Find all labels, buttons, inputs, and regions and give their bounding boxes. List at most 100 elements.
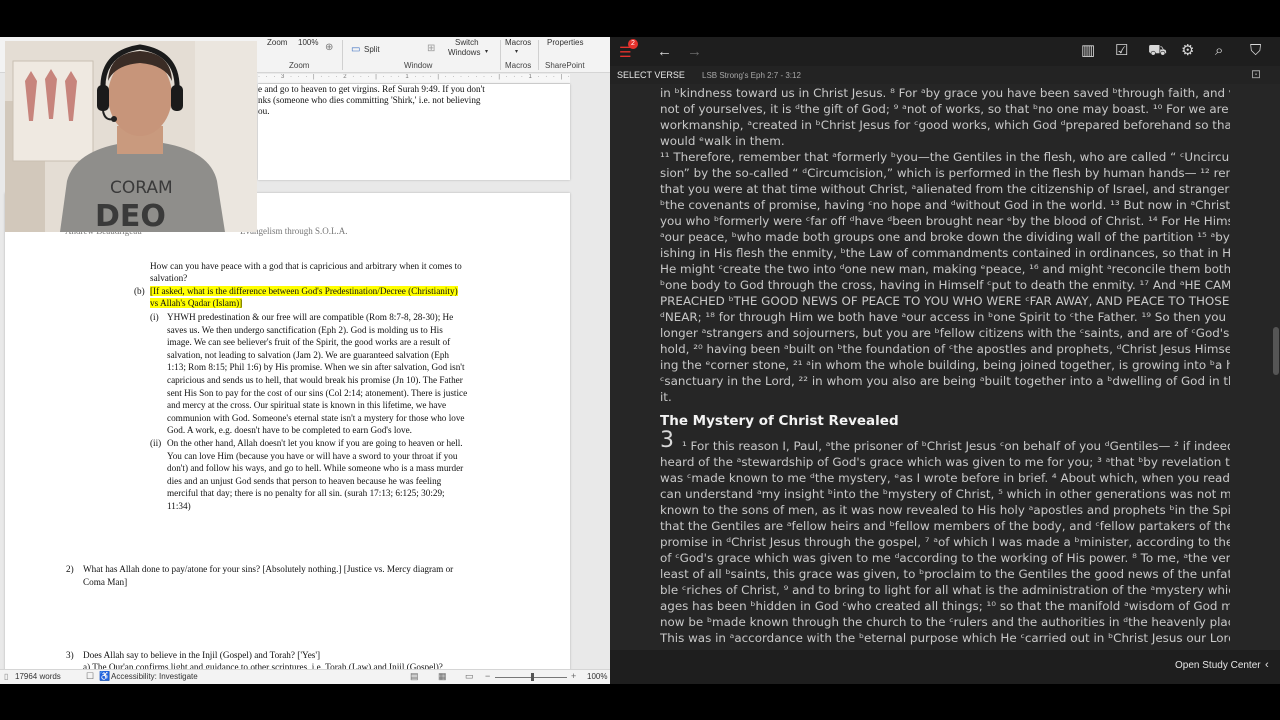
zoom-100-button[interactable]: 100% [298,38,318,47]
highlighted-text: [If asked, what is the difference betwee… [150,286,458,296]
doc-line: ou. [258,106,270,116]
word-count[interactable]: 17964 words [15,672,61,681]
bookmark-icon[interactable]: ⛉ [1250,43,1261,58]
status-bar: ▯ 17964 words ☐ ♿ Accessibility: Investi… [0,669,610,684]
library-icon[interactable]: ▥ [1081,43,1095,58]
logos-toolbar: ☰ 2 ← → ▥ ☑ ⛟ ⚙ ⌕ ⛉ [610,37,1280,66]
doc-line: You can love Him (because you have or wi… [167,450,458,461]
doc-line: salvation? [150,273,188,283]
doc-line: How can you have peace with a god that i… [150,261,462,271]
verse-line: ishing in His flesh the enmity, ᵇthe Law… [660,246,1230,260]
doc-line: image. We can see believer's fruit of th… [167,337,451,348]
zoom-out-icon[interactable]: − [485,671,490,681]
bible-text[interactable]: in ᵇkindness toward us in Christ Jesus. … [660,85,1230,650]
verse-line: hold, ²⁰ having been ᵃbuilt on ᵇthe foun… [660,342,1230,356]
forward-arrow-icon[interactable]: → [687,44,702,59]
doc-line: merciful that day; there is no penalty f… [167,488,445,499]
doc-line: capricious and sends us to hell, that wo… [167,375,463,385]
verse-line: you who ᵇformerly were ᶜfar off ᵈhave ᵈb… [660,214,1230,228]
doc-line: dies and an unjust God sends that person… [167,475,442,486]
verse-line: least of all ᵇsaints, this grace was giv… [660,567,1230,581]
ribbon-divider [538,40,539,70]
group-macros-label: Macros [505,61,532,70]
verse-line: This was in ᵃaccordance with the ᵇeterna… [660,631,1230,645]
lock-icon[interactable]: ⊡ [1251,67,1261,81]
group-window-label: Window [404,61,433,70]
open-study-center-button[interactable]: Open Study Center [1175,660,1261,671]
scrollbar-thumb[interactable] [1273,327,1279,375]
doc-line: salvation, not leading to salvation (Jam… [167,349,450,360]
page-width-icon[interactable]: ⊕ [325,42,333,53]
doc-line: God. A work, e.g. doesn't have to be com… [167,425,412,436]
proofing-icon[interactable]: ☐ [86,671,94,682]
list-marker: (i) [150,312,159,322]
verse-line: ble ᶜriches of Christ, ⁹ and to bring to… [660,583,1230,597]
chevron-left-icon[interactable]: ‹ [1265,659,1269,671]
logos-bible-panel: ☰ 2 ← → ▥ ☑ ⛟ ⚙ ⌕ ⛉ SELECT VERSE LSB Str… [610,37,1280,684]
back-arrow-icon[interactable]: ← [657,44,672,59]
shirt-text-top: CORAM [110,178,173,198]
resource-tab[interactable]: LSB Strong's Eph 2:7 - 3:12 [702,71,801,80]
switch-windows-label[interactable]: Switch [455,38,479,47]
verse-line: ¹ For this reason I, Paul, ᵃthe prisoner… [682,439,1230,453]
side-by-side-icon[interactable]: ⊞ [427,43,435,54]
verse-line: ᵇthe covenants of promise, having ᶜno ho… [660,198,1230,212]
chevron-down-icon: ▾ [485,49,489,55]
cart-icon[interactable]: ⛟ [1148,43,1167,58]
accessibility-icon[interactable]: ♿ [99,671,110,682]
chevron-down-icon: ▾ [515,49,519,55]
doc-line: 11:34) [167,501,191,511]
verse-line: not of yourselves, it is ᵈthe gift of Go… [660,102,1230,116]
webcam-overlay: CORAM DEO [5,41,257,232]
verse-line: longer ᵃstrangers and sojourners, but yo… [660,326,1230,340]
verse-line: known to the sons of men, as it was now … [660,503,1230,517]
verse-line: that you were at that time without Chris… [660,182,1230,196]
gear-icon[interactable]: ⚙ [1181,43,1194,58]
verse-line: ᵈNEAR; ¹⁸ for through Him we both have ᵃ… [660,310,1230,324]
doc-line: nks (someone who dies committing 'Shirk,… [258,95,481,105]
search-icon[interactable]: ⌕ [1215,43,1223,58]
verse-line: would ᵉwalk in them. [660,134,785,148]
verse-line: PREACHED ᵇTHE GOOD NEWS OF PEACE TO YOU … [660,294,1230,308]
verse-line: ᵃour peace, ᵇwho made both groups one an… [660,230,1230,244]
verse-line: can understand ᵃmy insight ᵇinto the ᵇmy… [660,487,1230,501]
verse-line: ing the ᵉcorner stone, ²¹ ᵃin whom the w… [660,358,1230,372]
list-marker: 3) [66,650,74,660]
split-icon[interactable]: ▭ [351,44,360,55]
properties-button[interactable]: Properties [547,38,583,47]
macros-button[interactable]: Macros [505,38,531,47]
screen-capture: Zoom 100% ⊕ ▭ Split ⊞ Switch Windows ▾ M… [0,37,1280,684]
webcam-image: CORAM DEO [5,41,257,232]
zoom-slider-thumb[interactable] [531,673,534,681]
print-layout-icon[interactable]: ▦ [438,671,447,682]
word-window: Zoom 100% ⊕ ▭ Split ⊞ Switch Windows ▾ M… [0,37,610,684]
verse-line: promise in ᵈChrist Jesus through the gos… [660,535,1230,549]
doc-line: don't) and follow his ways, and go to he… [167,463,464,474]
logos-bottom-bar: Open Study Center ‹ [610,650,1280,684]
chapter-number: 3 [660,428,674,453]
page-indicator-icon: ▯ [4,672,9,681]
zoom-in-icon[interactable]: + [571,671,576,681]
read-mode-icon[interactable]: ▤ [410,671,419,682]
accessibility-status[interactable]: Accessibility: Investigate [111,672,198,681]
documents-icon[interactable]: ☑ [1115,43,1128,58]
zoom-button[interactable]: Zoom [267,38,287,47]
document-page[interactable]: Andrew Beaudrigeau Evangelism through S.… [5,193,570,672]
split-button[interactable]: Split [364,45,380,54]
group-zoom-label: Zoom [289,61,310,70]
zoom-level[interactable]: 100% [587,672,607,681]
shirt-text-bottom: DEO [95,199,166,232]
select-verse-button[interactable]: SELECT VERSE [617,70,685,80]
verse-line: He might ᶜcreate the two into ᵈone new m… [660,262,1230,276]
verse-line: in ᵇkindness toward us in Christ Jesus. … [660,86,1230,100]
doc-line: communion with God. Someone's eternal st… [167,412,465,423]
verse-line: sion” by the so-called “ ᵈCircumcision,”… [660,166,1230,180]
document-page[interactable]: e and go to heaven to get virgins. Ref S… [258,84,570,180]
switch-windows-button[interactable]: Windows [448,48,480,57]
doc-line: On the other hand, Allah doesn't let you… [167,438,463,448]
web-layout-icon[interactable]: ▭ [465,671,474,682]
verse-line: ᶜsanctuary in the Lord, ²² in whom you a… [660,374,1230,388]
doc-line: What has Allah done to pay/atone for you… [83,564,454,574]
doc-line: and mercy at the cross. Our spiritual st… [167,400,447,411]
verse-line: ages has been ᵇhidden in God ᶜwho create… [660,599,1230,613]
